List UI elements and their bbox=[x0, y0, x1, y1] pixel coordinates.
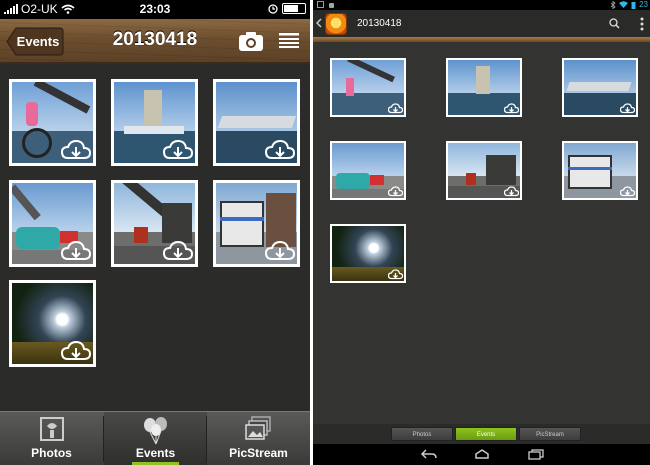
menu-icon[interactable] bbox=[278, 32, 300, 50]
download-icon[interactable] bbox=[388, 186, 403, 197]
android-robot-icon bbox=[329, 3, 334, 8]
back-icon[interactable] bbox=[420, 449, 438, 460]
recent-apps-icon[interactable] bbox=[527, 449, 545, 460]
overflow-menu-icon[interactable] bbox=[640, 17, 644, 31]
photo-thumbnail[interactable] bbox=[9, 180, 96, 267]
photo-thumbnail[interactable] bbox=[111, 79, 198, 166]
download-icon[interactable] bbox=[504, 186, 519, 197]
home-icon[interactable] bbox=[473, 449, 491, 460]
picstream-icon bbox=[244, 416, 271, 440]
bluetooth-icon bbox=[610, 0, 616, 9]
photo-thumbnail[interactable] bbox=[330, 58, 406, 117]
ios-photo-grid bbox=[0, 66, 310, 411]
ios-tab-bar: Photos Events PicStream bbox=[0, 411, 310, 465]
back-button-label: Events bbox=[16, 34, 60, 49]
back-button[interactable]: Events bbox=[6, 27, 64, 56]
notification-icon bbox=[317, 1, 324, 8]
download-icon[interactable] bbox=[388, 269, 403, 280]
download-icon[interactable] bbox=[620, 103, 635, 114]
photo-thumbnail[interactable] bbox=[330, 224, 406, 283]
camera-icon[interactable] bbox=[238, 30, 264, 52]
android-action-bar: 20130418 bbox=[313, 10, 650, 37]
download-icon[interactable] bbox=[163, 139, 193, 161]
tab-photos-label: Photos bbox=[31, 446, 72, 460]
photo-thumbnail[interactable] bbox=[213, 180, 300, 267]
balloons-icon bbox=[143, 417, 167, 445]
photo-thumbnail[interactable] bbox=[446, 58, 522, 117]
download-icon[interactable] bbox=[504, 103, 519, 114]
download-icon[interactable] bbox=[265, 139, 295, 161]
tab-photos[interactable]: Photos bbox=[391, 427, 453, 441]
photo-thumbnail[interactable] bbox=[111, 180, 198, 267]
android-system-nav bbox=[313, 444, 650, 465]
tab-events[interactable]: Events bbox=[104, 412, 207, 465]
download-icon[interactable] bbox=[388, 103, 403, 114]
android-status-bar: 23 bbox=[313, 0, 650, 10]
search-icon[interactable] bbox=[609, 18, 620, 29]
battery-icon bbox=[631, 1, 636, 9]
ios-screen: O2-UK 23:03 Events 20130418 Photos Event… bbox=[0, 0, 310, 465]
tab-events[interactable]: Events bbox=[455, 427, 517, 441]
download-icon[interactable] bbox=[620, 186, 635, 197]
download-icon[interactable] bbox=[163, 240, 193, 262]
photo-thumbnail[interactable] bbox=[213, 79, 300, 166]
status-time: 23 bbox=[639, 0, 648, 9]
download-icon[interactable] bbox=[61, 240, 91, 262]
photo-thumbnail[interactable] bbox=[562, 58, 638, 117]
download-icon[interactable] bbox=[61, 139, 91, 161]
tab-photos[interactable]: Photos bbox=[0, 412, 103, 465]
photo-thumbnail[interactable] bbox=[9, 79, 96, 166]
download-icon[interactable] bbox=[61, 340, 91, 362]
page-title: 20130418 bbox=[112, 29, 198, 50]
photo-thumbnail[interactable] bbox=[562, 141, 638, 200]
photo-thumbnail[interactable] bbox=[330, 141, 406, 200]
photo-thumbnail[interactable] bbox=[446, 141, 522, 200]
android-photo-grid bbox=[313, 42, 650, 422]
download-icon[interactable] bbox=[265, 240, 295, 262]
android-segmented-tabs: Photos Events PicStream bbox=[313, 424, 650, 444]
ios-nav-bar: Events 20130418 bbox=[0, 19, 310, 64]
android-screen: 23 20130418 Photos Events PicStream bbox=[313, 0, 650, 465]
tab-picstream-label: PicStream bbox=[229, 446, 288, 460]
status-time: 23:03 bbox=[139, 2, 171, 16]
battery-icon bbox=[282, 3, 306, 14]
ios-status-bar: O2-UK 23:03 bbox=[0, 0, 310, 19]
wifi-icon bbox=[619, 1, 629, 8]
alarm-icon bbox=[268, 3, 278, 14]
photo-thumbnail[interactable] bbox=[9, 280, 96, 367]
up-chevron-icon[interactable] bbox=[316, 18, 322, 28]
tab-events-label: Events bbox=[135, 446, 176, 460]
page-title: 20130418 bbox=[357, 18, 402, 29]
tab-picstream[interactable]: PicStream bbox=[519, 427, 581, 441]
photos-icon bbox=[39, 417, 64, 441]
tab-picstream[interactable]: PicStream bbox=[207, 412, 310, 465]
app-icon[interactable] bbox=[325, 13, 347, 35]
